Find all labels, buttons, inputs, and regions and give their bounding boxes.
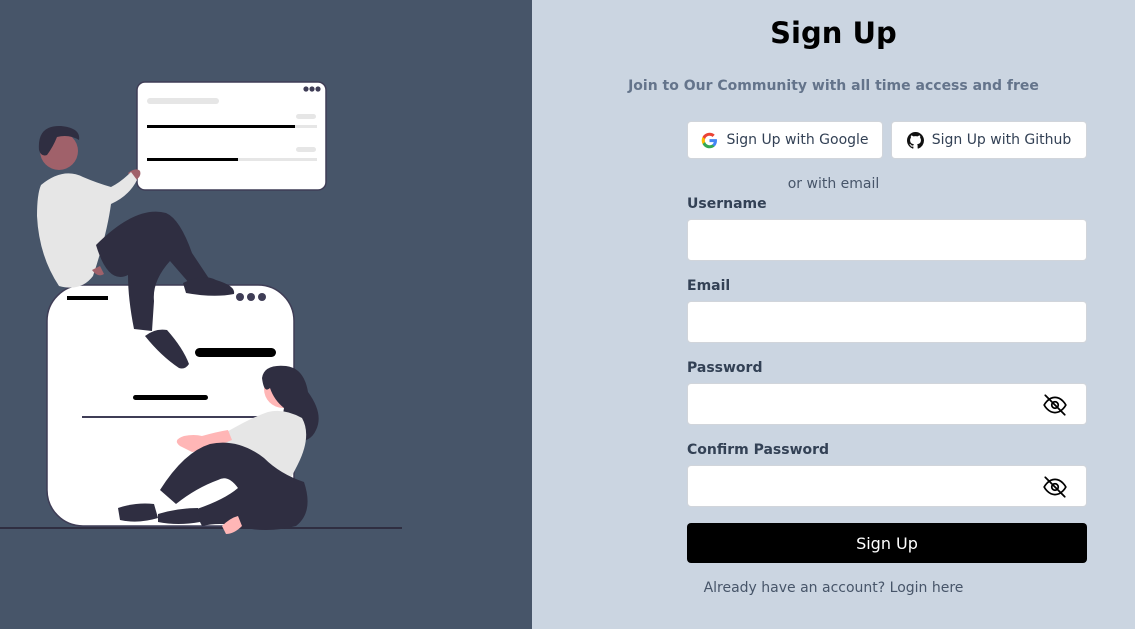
github-signup-label: Sign Up with Github <box>931 132 1072 148</box>
page-subtitle: Join to Our Community with all time acce… <box>628 78 1039 94</box>
github-signup-button[interactable]: Sign Up with Github <box>891 121 1087 159</box>
email-divider: or with email <box>787 176 880 192</box>
confirm-password-field-box <box>687 465 1087 507</box>
email-field-box <box>687 301 1087 343</box>
login-link[interactable]: Already have an account? Login here <box>532 580 1135 596</box>
signup-illustration <box>0 81 402 534</box>
google-signup-label: Sign Up with Google <box>726 132 869 148</box>
confirm-password-label: Confirm Password <box>687 442 830 458</box>
email-input[interactable] <box>688 302 1086 342</box>
password-label: Password <box>687 360 763 376</box>
confirm-password-input[interactable] <box>688 466 1086 506</box>
page-title: Sign Up <box>770 16 897 50</box>
eye-off-icon[interactable] <box>1042 392 1068 418</box>
signup-form-panel: Sign Up Join to Our Community with all t… <box>532 0 1135 629</box>
github-icon <box>906 131 924 149</box>
illustration-panel <box>0 0 532 629</box>
password-input[interactable] <box>688 384 1086 424</box>
password-field-box <box>687 383 1087 425</box>
google-icon <box>701 132 718 149</box>
eye-off-icon[interactable] <box>1042 474 1068 500</box>
email-label: Email <box>687 278 731 294</box>
username-field-box <box>687 219 1087 261</box>
google-signup-button[interactable]: Sign Up with Google <box>687 121 883 159</box>
username-label: Username <box>687 196 767 212</box>
signup-submit-button[interactable]: Sign Up <box>687 523 1087 563</box>
username-input[interactable] <box>688 220 1086 260</box>
